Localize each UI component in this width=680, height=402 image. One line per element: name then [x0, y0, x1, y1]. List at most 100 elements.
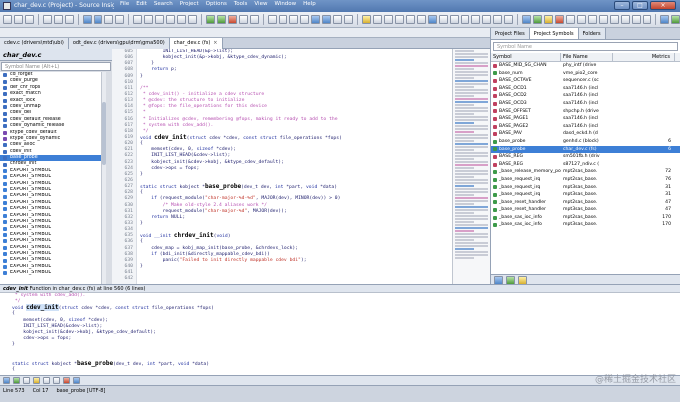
toolbar-button-39[interactable] [405, 15, 415, 24]
toolbar-button-1[interactable] [13, 15, 23, 24]
toolbar-button-15[interactable] [155, 15, 165, 24]
toolbar-button-24[interactable] [249, 15, 259, 24]
toolbar-button-55[interactable] [576, 15, 586, 24]
table-row[interactable]: base_num vme_pio2_core [491, 70, 680, 78]
toolbar-button-58[interactable] [609, 15, 619, 24]
toolbar-button-16[interactable] [166, 15, 176, 24]
toolbar-button-17[interactable] [177, 15, 187, 24]
toolbar-button-61[interactable] [642, 15, 652, 24]
menu-item-options[interactable]: Options [206, 1, 227, 7]
table-row[interactable]: BASE_PAGE2 saa7146.h (incl [491, 123, 680, 131]
table-row[interactable]: _base_sas_ioc_info mpt2sas_base. 170 [491, 214, 680, 222]
toolbar-button-45[interactable] [471, 15, 481, 24]
toolbar-button-53[interactable] [555, 15, 564, 24]
menu-item-window[interactable]: Window [274, 1, 296, 7]
table-row[interactable]: _base_reset_handler mpt2sas_base. 47 [491, 199, 680, 207]
toolbar-button-14[interactable] [144, 15, 154, 24]
table-row[interactable]: _base_sas_ioc_info mpt3sas_base. 170 [491, 221, 680, 229]
toolbar-button-60[interactable] [631, 15, 641, 24]
table-row[interactable]: BASE_OCTAVE sequencer.c (sc [491, 77, 680, 85]
toolbar-button-52[interactable] [544, 15, 554, 24]
code-editor[interactable]: 605 INIT_LIST_HEAD(&p->list); 606 kobject… [112, 49, 452, 284]
toolbar-button-13[interactable] [133, 15, 143, 24]
context-window[interactable]: * system with cdev_add(). */void cdev_in… [0, 293, 680, 375]
toolbar-button-11[interactable] [115, 15, 125, 24]
toolbar-button-37[interactable] [383, 15, 393, 24]
toolbar-button-31[interactable] [322, 15, 332, 24]
toolbar-button-23[interactable] [238, 15, 248, 24]
toolbar-button-57[interactable] [598, 15, 608, 24]
context-tool-3[interactable] [33, 377, 40, 384]
minimize-button[interactable]: – [614, 1, 630, 10]
tab-file-1[interactable]: odt_dev.c (drivers\gpu\drm\gma500) [68, 38, 170, 49]
context-tool-5[interactable] [53, 377, 60, 384]
maximize-button[interactable]: □ [632, 1, 648, 10]
toolbar-button-38[interactable] [394, 15, 404, 24]
table-row[interactable]: BASE_OCD1 saa7146.h (incl [491, 85, 680, 93]
toolbar-button-20[interactable] [205, 15, 215, 24]
toolbar-button-54[interactable] [565, 15, 575, 24]
symbol-list-item[interactable]: EXPORT_SYMBOL [0, 270, 106, 276]
toolbar-button-59[interactable] [620, 15, 630, 24]
menu-item-tools[interactable]: Tools [234, 1, 248, 7]
toolbar-button-40[interactable] [416, 15, 426, 24]
table-row[interactable]: _base_release_memory_poo mpt2sas_base. 72 [491, 168, 680, 176]
app-icon[interactable] [3, 2, 11, 10]
toolbar-button-5[interactable] [53, 15, 63, 24]
toolbar-button-28[interactable] [289, 15, 299, 24]
symbol-search-input[interactable]: Symbol Name (Alt+L) [1, 62, 111, 71]
toolbar-button-6[interactable] [64, 15, 74, 24]
toolbar-button-9[interactable] [93, 15, 103, 24]
project-symbol-search-input[interactable]: Symbol Name [493, 42, 678, 51]
toolbar-button-27[interactable] [278, 15, 288, 24]
overview-minimap[interactable] [452, 49, 490, 284]
table-row[interactable]: BASE_OFFSET shpchp.h (drive [491, 108, 680, 116]
tab-file-2[interactable]: char_dev.c (fs) × [169, 38, 223, 49]
tab-file-0[interactable]: cdev.c (drivers\mtd\ubi) [0, 38, 69, 49]
toolbar-button-64[interactable] [671, 15, 680, 24]
toolbar-button-35[interactable] [362, 15, 372, 24]
menu-item-project[interactable]: Project [180, 1, 199, 7]
toolbar-button-43[interactable] [449, 15, 459, 24]
toolbar-button-10[interactable] [104, 15, 114, 24]
toolbar-button-50[interactable] [522, 15, 532, 24]
menu-item-view[interactable]: View [254, 1, 267, 7]
toolbar-button-51[interactable] [533, 15, 543, 24]
toolbar-button-33[interactable] [344, 15, 354, 24]
column-header-metrics[interactable]: Metrics [613, 53, 675, 61]
menu-item-file[interactable]: File [120, 1, 129, 7]
table-row[interactable]: BASE_OCD3 saa7146.h (incl [491, 100, 680, 108]
context-tool-6[interactable] [63, 377, 70, 384]
toolbar-button-56[interactable] [587, 15, 597, 24]
table-row[interactable]: BASE_PAGE1 saa7146.h (incl [491, 115, 680, 123]
menu-item-help[interactable]: Help [303, 1, 316, 7]
toolbar-button-4[interactable] [42, 15, 52, 24]
toolbar-button-8[interactable] [82, 15, 92, 24]
toolbar-button-21[interactable] [216, 15, 226, 24]
menu-item-search[interactable]: Search [154, 1, 173, 7]
toolbar-button-30[interactable] [311, 15, 321, 24]
toolbar-button-41[interactable] [427, 15, 437, 24]
table-row[interactable]: base_probe genhd.c (block) 6 [491, 138, 680, 146]
context-tool-2[interactable] [23, 377, 30, 384]
toolbar-button-47[interactable] [493, 15, 503, 24]
tab-project-symbols[interactable]: Project Symbols [529, 28, 579, 39]
column-header-file-name[interactable]: File Name [561, 53, 613, 61]
toolbar-button-18[interactable] [188, 15, 197, 24]
context-tool-0[interactable] [3, 377, 10, 384]
table-row[interactable]: BASE_MID_SG_CHAN phy_intf (drive [491, 62, 680, 70]
tab-folders[interactable]: Folders [578, 28, 606, 39]
toolbar-button-44[interactable] [460, 15, 470, 24]
context-tool-1[interactable] [13, 377, 20, 384]
table-row[interactable]: _base_request_irq mpt3sas_base. 31 [491, 191, 680, 199]
toolbar-button-36[interactable] [373, 15, 382, 24]
toolbar-button-32[interactable] [333, 15, 343, 24]
table-row[interactable]: BASE_REG sm501fb.h (driv [491, 153, 680, 161]
toolbar-button-48[interactable] [504, 15, 514, 24]
toolbar-button-26[interactable] [267, 15, 277, 24]
menu-item-edit[interactable]: Edit [136, 1, 147, 7]
table-row[interactable]: BASE_PAV dasd_eckd.h (d [491, 130, 680, 138]
toolbar-button-0[interactable] [3, 15, 12, 24]
tab-project-files[interactable]: Project Files [491, 28, 530, 39]
toolbar-button-42[interactable] [438, 15, 448, 24]
